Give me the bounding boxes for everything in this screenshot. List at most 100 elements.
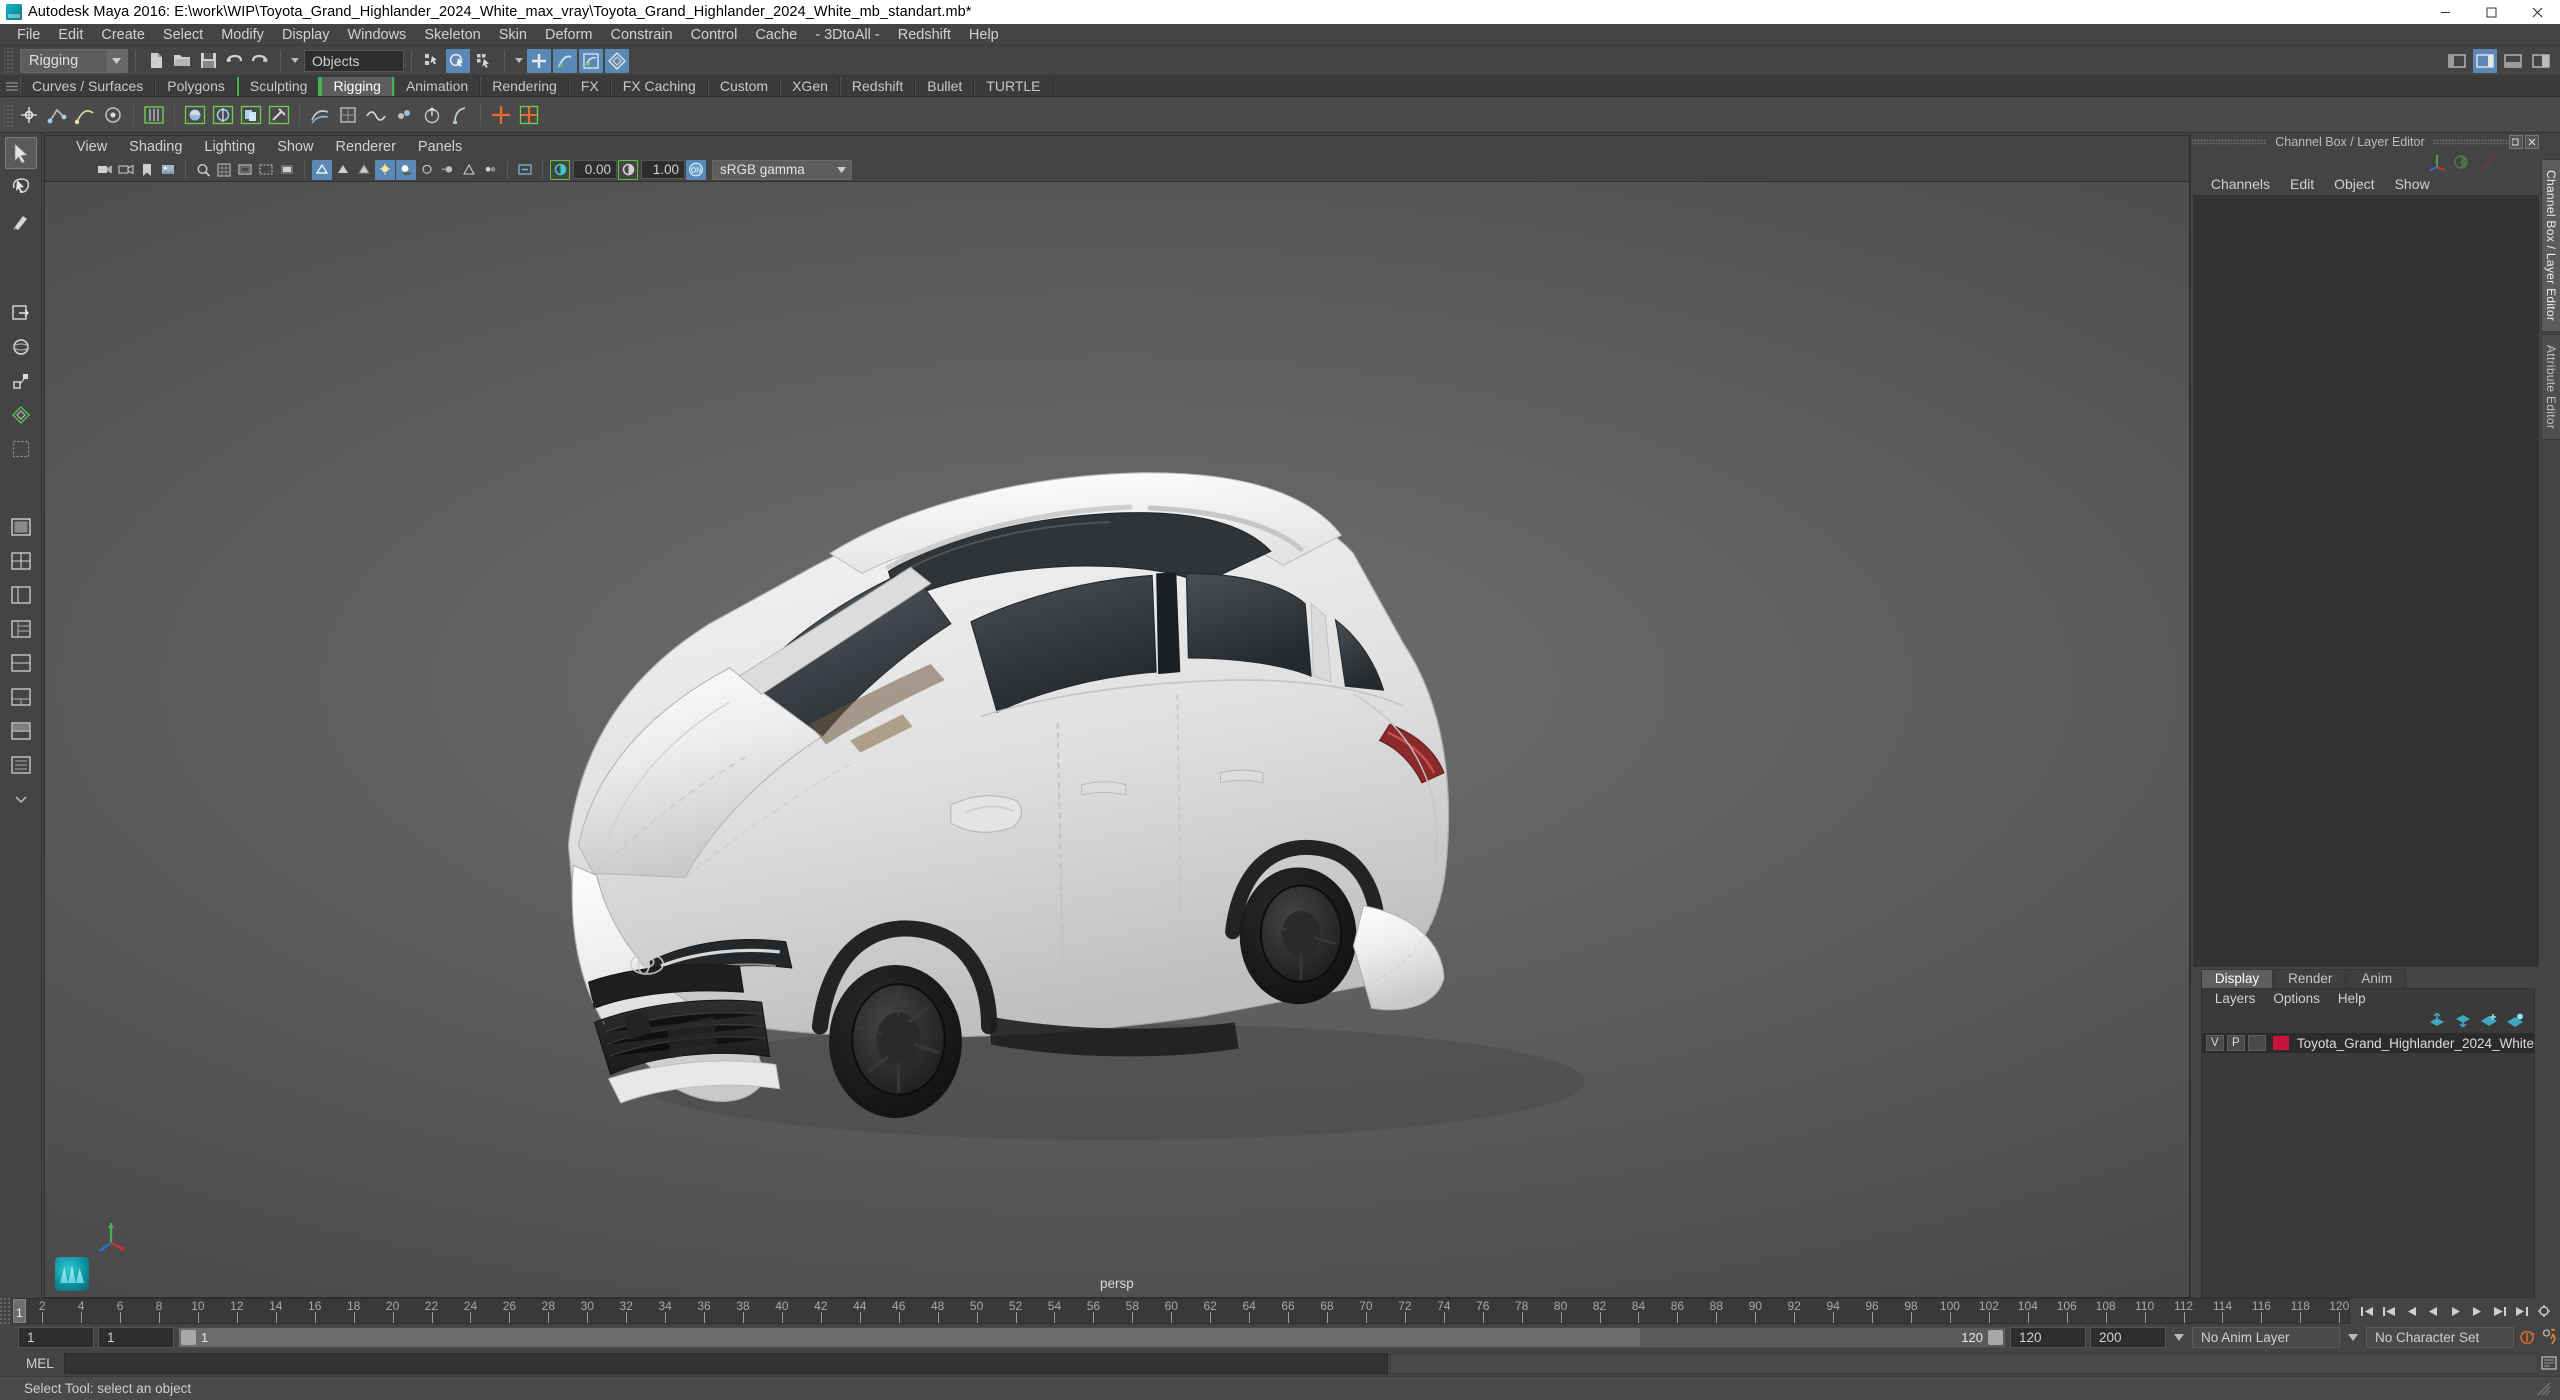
command-language-label[interactable]: MEL	[12, 1356, 64, 1371]
menu-help[interactable]: Help	[960, 25, 1008, 45]
image-plane-icon[interactable]	[158, 160, 178, 180]
hierarchy-select-button[interactable]	[420, 49, 444, 73]
new-layer-icon[interactable]	[2480, 1013, 2498, 1027]
menu-display[interactable]: Display	[273, 25, 339, 45]
vtab-attribute-editor[interactable]: Attribute Editor	[2541, 334, 2560, 441]
rotate-tool-icon[interactable]	[5, 331, 37, 363]
close-button[interactable]	[2514, 0, 2560, 24]
undo-button[interactable]	[222, 49, 246, 73]
shelf-tab-animation[interactable]: Animation	[393, 77, 481, 96]
range-slider-bar[interactable]: 1 120	[178, 1326, 2006, 1348]
paint-select-tool-icon[interactable]	[5, 205, 37, 237]
create-joint-icon[interactable]	[16, 102, 42, 128]
gamma-toggle-icon[interactable]	[618, 159, 638, 180]
shelf-tab-polygons[interactable]: Polygons	[155, 77, 237, 96]
shelf-tab-fx[interactable]: FX	[568, 77, 611, 96]
auto-keyframe-toggle-icon[interactable]	[2518, 1328, 2537, 1347]
shelf-tab-rigging[interactable]: Rigging	[320, 77, 394, 96]
layer-menu-layers[interactable]: Layers	[2206, 989, 2265, 1009]
anim-layer-field[interactable]: No Anim Layer	[2192, 1326, 2340, 1348]
viewport-menu-renderer[interactable]: Renderer	[324, 137, 406, 157]
shelf-tab-rendering[interactable]: Rendering	[480, 77, 569, 96]
viewport-menu-view[interactable]: View	[65, 137, 118, 157]
use-all-lights-icon[interactable]	[375, 159, 395, 180]
shelf-icons-grip[interactable]	[4, 101, 14, 128]
shelf-tab-xgen[interactable]: XGen	[780, 77, 840, 96]
shelf-menu-icon[interactable]	[4, 77, 20, 96]
blend-shape-icon[interactable]	[307, 102, 333, 128]
multisample-aa-icon[interactable]	[459, 160, 479, 180]
channelbox-menu-edit[interactable]: Edit	[2280, 174, 2324, 194]
shelf-tab-fx-caching[interactable]: FX Caching	[610, 77, 708, 96]
menu-control[interactable]: Control	[682, 25, 747, 45]
snap-arrow-icon[interactable]	[512, 58, 526, 63]
snap-to-point-button[interactable]	[579, 48, 603, 73]
menu-deform[interactable]: Deform	[536, 25, 602, 45]
isolate-select-icon[interactable]	[515, 160, 535, 180]
select-camera-icon[interactable]	[95, 160, 115, 180]
show-hide-channel-box-button[interactable]	[2529, 49, 2553, 73]
vtab-channel-box-layer-editor[interactable]: Channel Box / Layer Editor	[2541, 159, 2560, 333]
color-transform-dropdown[interactable]: sRGB gamma	[712, 159, 852, 180]
exposure-toggle-icon[interactable]	[550, 159, 570, 180]
persp-hypershade-layout-icon[interactable]	[5, 681, 37, 713]
ik-handle-icon[interactable]	[44, 102, 70, 128]
soft-modification-icon[interactable]	[419, 102, 445, 128]
menu-set-dropdown[interactable]: Rigging	[20, 48, 128, 73]
persp-graph-layout-icon[interactable]	[5, 647, 37, 679]
mirror-skin-weights-icon[interactable]	[210, 102, 236, 128]
snap-to-projected-center-button[interactable]	[605, 48, 629, 73]
wire-deformer-icon[interactable]	[363, 102, 389, 128]
shelf-tab-bullet[interactable]: Bullet	[915, 77, 975, 96]
display-layer-list[interactable]: V P Toyota_Grand_Highlander_2024_White	[2201, 1031, 2534, 1297]
resize-grip-icon[interactable]	[2536, 1381, 2552, 1397]
layer-playback-toggle[interactable]: P	[2226, 1035, 2245, 1051]
statusline-grip[interactable]	[4, 47, 14, 74]
menu-skeleton[interactable]: Skeleton	[415, 25, 489, 45]
show-hide-editors-button[interactable]	[2445, 49, 2469, 73]
go-to-start-icon[interactable]	[2358, 1302, 2377, 1321]
open-scene-button[interactable]	[170, 49, 194, 73]
create-locator-icon[interactable]	[488, 102, 514, 128]
show-hide-attribute-editor-button[interactable]	[2473, 48, 2497, 73]
new-layer-from-selected-icon[interactable]	[2506, 1013, 2524, 1027]
viewport-menu-panels[interactable]: Panels	[407, 137, 473, 157]
layer-menu-options[interactable]: Options	[2264, 989, 2329, 1009]
smooth-shade-all-icon[interactable]	[333, 160, 353, 180]
viewport-menu-shading[interactable]: Shading	[118, 137, 193, 157]
range-handle-left[interactable]	[181, 1329, 196, 1345]
play-forwards-icon[interactable]	[2446, 1302, 2465, 1321]
play-backwards-icon[interactable]	[2424, 1302, 2443, 1321]
component-select-button[interactable]	[472, 49, 496, 73]
shadows-icon[interactable]	[396, 159, 416, 180]
menu-skin[interactable]: Skin	[490, 25, 536, 45]
smooth-bind-icon[interactable]	[141, 102, 167, 128]
layer-menu-help[interactable]: Help	[2329, 989, 2375, 1009]
menu-edit[interactable]: Edit	[49, 25, 92, 45]
persp-outliner-layout-icon[interactable]	[5, 613, 37, 645]
copy-skin-weights-icon[interactable]	[238, 102, 264, 128]
playback-end-time-field[interactable]	[2010, 1326, 2086, 1348]
screen-space-ao-icon[interactable]	[417, 160, 437, 180]
save-scene-button[interactable]	[196, 49, 220, 73]
minimize-button[interactable]	[2422, 0, 2468, 24]
selection-mask-arrow-icon[interactable]	[288, 58, 302, 63]
exposure-field[interactable]	[573, 160, 617, 179]
go-to-end-icon[interactable]	[2512, 1302, 2531, 1321]
create-cluster-icon[interactable]	[100, 102, 126, 128]
outliner-panel-icon[interactable]	[5, 749, 37, 781]
menu-redshift[interactable]: Redshift	[889, 25, 960, 45]
layer-display-type-toggle[interactable]	[2247, 1035, 2266, 1051]
layer-row[interactable]: V P Toyota_Grand_Highlander_2024_White	[2201, 1033, 2534, 1053]
object-select-button[interactable]	[446, 48, 470, 73]
snap-to-grid-button[interactable]	[527, 48, 551, 73]
step-forward-key-icon[interactable]	[2490, 1302, 2509, 1321]
character-set-dropdown-arrow-icon[interactable]	[2344, 1333, 2362, 1341]
more-layouts-icon[interactable]	[5, 783, 37, 815]
universal-manipulator-icon[interactable]	[5, 399, 37, 431]
command-input-field[interactable]	[63, 1352, 1389, 1374]
last-tool-used-icon[interactable]	[5, 433, 37, 465]
two-d-pan-zoom-icon[interactable]	[193, 160, 213, 180]
redo-button[interactable]	[248, 49, 272, 73]
camera-attributes-icon[interactable]	[116, 160, 136, 180]
